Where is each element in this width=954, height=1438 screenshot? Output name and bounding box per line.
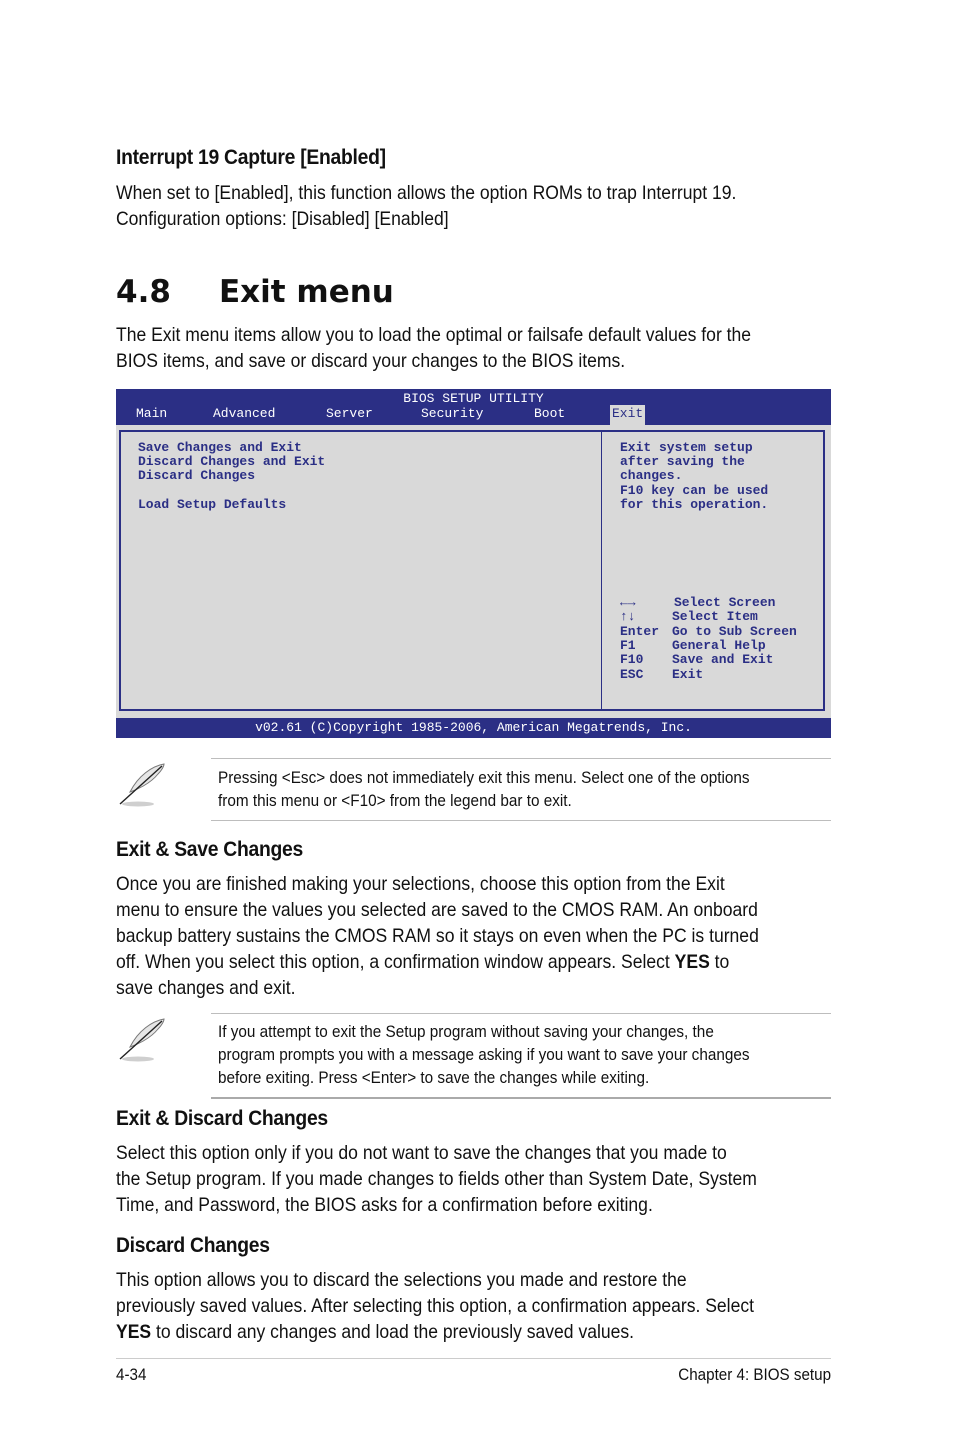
bios-title: BIOS SETUP UTILITY — [403, 391, 544, 406]
text-line: When set to [Enabled], this function all… — [116, 182, 737, 204]
text-line: before exiting. Press <Enter> to save th… — [218, 1068, 650, 1087]
text-span: off. When you select this option, a conf… — [116, 951, 675, 973]
text-span: to — [709, 951, 730, 973]
text-line: Pressing <Esc> does not immediately exit… — [218, 768, 750, 787]
exit-menu-intro: The Exit menu items allow you to load th… — [116, 322, 827, 374]
interrupt19-heading: Interrupt 19 Capture [Enabled] — [116, 146, 386, 169]
bios-menu-item-discard-exit[interactable]: Discard Changes and Exit — [138, 454, 325, 469]
discard-heading: Discard Changes — [116, 1234, 270, 1257]
text-line: Once you are finished making your select… — [116, 873, 725, 895]
exit-discard-description: Select this option only if you do not wa… — [116, 1140, 827, 1218]
bios-help-line: Exit system setup — [620, 440, 753, 455]
text-line: off. When you select this option, a conf… — [116, 949, 827, 975]
text-line: YES to discard any changes and load the … — [116, 1319, 827, 1345]
text-line: Configuration options: [Disabled] [Enabl… — [116, 208, 449, 230]
text-line: Time, and Password, the BIOS asks for a … — [116, 1194, 653, 1216]
legend-key-enter: Enter — [620, 624, 660, 639]
note-rule-top — [211, 758, 831, 759]
bios-menu-item-discard[interactable]: Discard Changes — [138, 468, 255, 483]
bios-tab-server[interactable]: Server — [326, 406, 373, 421]
text-line: the Setup program. If you made changes t… — [116, 1168, 757, 1190]
legend-key-esc: ESC — [620, 667, 644, 682]
legend-key-f10: F10 — [620, 652, 644, 667]
text-line: save changes and exit. — [116, 977, 296, 999]
legend-desc: Save and Exit — [672, 652, 774, 667]
bios-tab-advanced[interactable]: Advanced — [213, 406, 275, 421]
discard-description: This option allows you to discard the se… — [116, 1267, 827, 1345]
legend-desc: General Help — [672, 638, 766, 653]
bios-help-line: for this operation. — [620, 497, 769, 512]
footer-rule — [116, 1358, 831, 1359]
interrupt19-description: When set to [Enabled], this function all… — [116, 180, 827, 232]
bios-tab-exit[interactable]: Exit — [610, 405, 646, 425]
bios-menu-item-load-defaults[interactable]: Load Setup Defaults — [138, 497, 286, 512]
bios-tab-boot[interactable]: Boot — [534, 406, 565, 421]
bold-yes: YES — [116, 1321, 152, 1343]
note-esc: Pressing <Esc> does not immediately exit… — [218, 766, 830, 812]
bios-content-frame: Save Changes and Exit Discard Changes an… — [119, 430, 825, 711]
legend-desc: Select Screen — [674, 595, 776, 610]
bios-tab-security[interactable]: Security — [421, 406, 483, 421]
exit-save-heading: Exit & Save Changes — [116, 838, 303, 861]
bios-copyright-bar: v02.61 (C)Copyright 1985-2006, American … — [116, 718, 831, 738]
legend-desc: Exit — [672, 667, 704, 682]
text-line: Select this option only if you do not wa… — [116, 1142, 727, 1164]
bios-help-line: changes. — [620, 468, 683, 483]
text-line: This option allows you to discard the se… — [116, 1269, 687, 1291]
text-line: from this menu or <F10> from the legend … — [218, 791, 572, 810]
bios-tab-main[interactable]: Main — [136, 406, 167, 421]
exit-discard-heading: Exit & Discard Changes — [116, 1107, 328, 1130]
section-number: 4.8 — [116, 274, 171, 310]
legend-desc: Select Item — [672, 609, 758, 624]
section-title: Exit menu — [219, 274, 394, 310]
chapter-label: Chapter 4: BIOS setup — [678, 1366, 831, 1384]
legend-key-arrows-ud: ↑↓ — [620, 609, 636, 624]
note-rule-bottom — [211, 820, 831, 821]
note-rule-bottom — [211, 1097, 831, 1099]
text-line: menu to ensure the values you selected a… — [116, 899, 758, 921]
text-line: previously saved values. After selecting… — [116, 1295, 755, 1317]
legend-key-arrows-lr: ←→ — [620, 595, 636, 610]
bios-help-line: after saving the — [620, 454, 745, 469]
text-line: backup battery sustains the CMOS RAM so … — [116, 925, 759, 947]
text-span: to discard any changes and load the prev… — [151, 1321, 635, 1343]
text-line: The Exit menu items allow you to load th… — [116, 324, 752, 346]
feather-pen-icon — [119, 1018, 165, 1062]
bios-menu-bar: BIOS SETUP UTILITY Main Advanced Server … — [116, 389, 831, 425]
text-line: program prompts you with a message askin… — [218, 1045, 750, 1064]
bios-menu-item-save-exit[interactable]: Save Changes and Exit — [138, 440, 302, 455]
exit-save-description: Once you are finished making your select… — [116, 871, 827, 1001]
bios-divider — [601, 432, 602, 709]
legend-key-f1: F1 — [620, 638, 636, 653]
feather-pen-icon — [119, 763, 165, 807]
legend-desc: Go to Sub Screen — [672, 624, 797, 639]
bios-help-line: F10 key can be used — [620, 483, 769, 498]
note-unsaved: If you attempt to exit the Setup program… — [218, 1020, 830, 1089]
text-line: If you attempt to exit the Setup program… — [218, 1022, 714, 1041]
bios-screen: BIOS SETUP UTILITY Main Advanced Server … — [116, 389, 831, 738]
text-line: BIOS items, and save or discard your cha… — [116, 350, 626, 372]
bold-yes: YES — [674, 951, 710, 973]
note-rule-top — [211, 1013, 831, 1014]
page-number: 4-34 — [116, 1366, 147, 1384]
